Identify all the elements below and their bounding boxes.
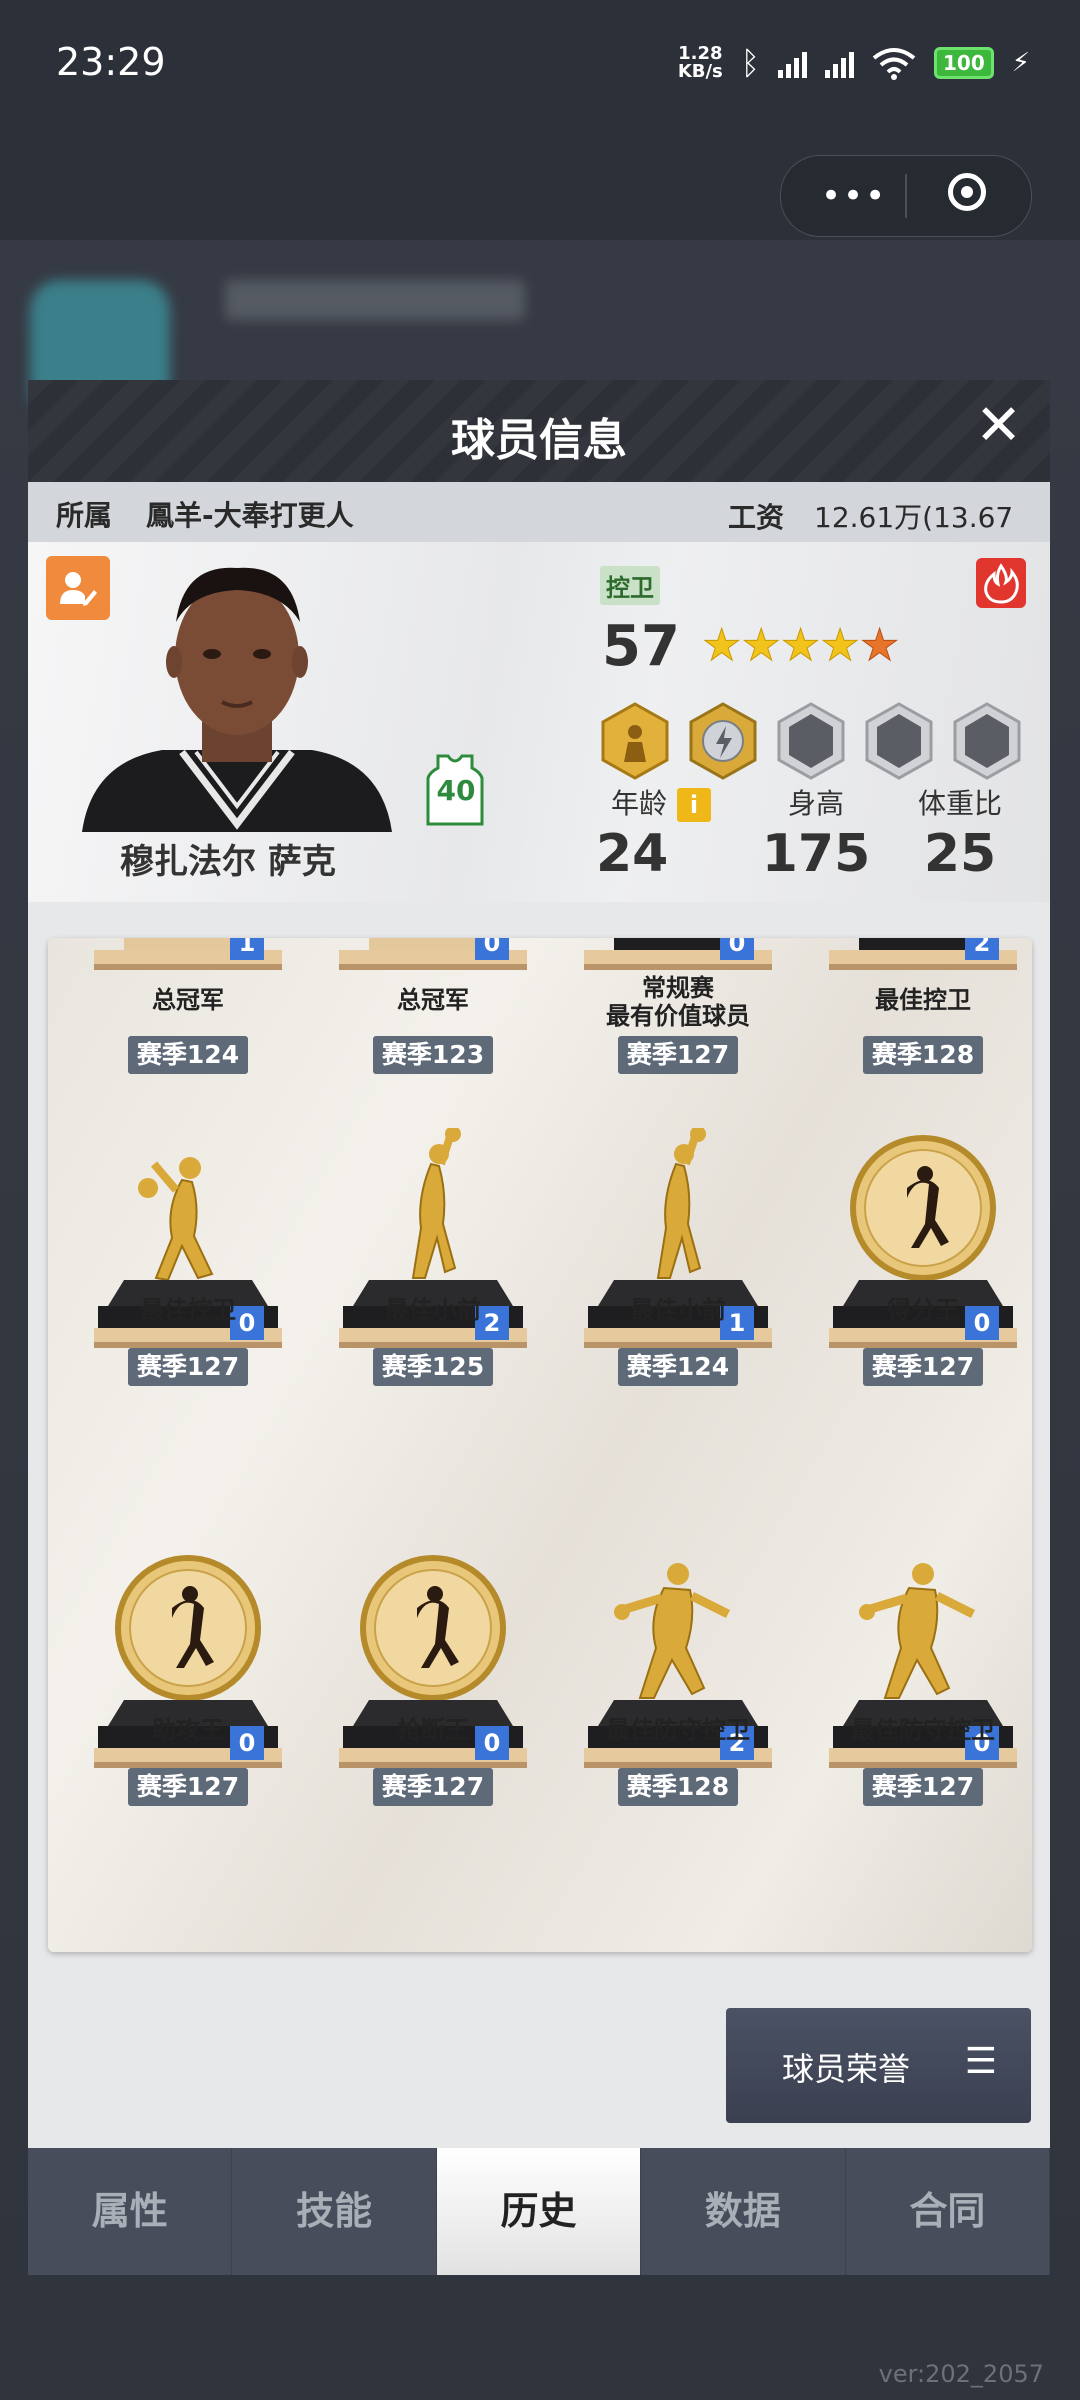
locked-badge-icon[interactable] — [776, 702, 846, 780]
trophy-name: 最佳防守控卫 — [851, 1716, 995, 1744]
wifi-icon — [872, 48, 916, 80]
close-icon[interactable]: ✕ — [975, 396, 1022, 456]
locked-badge-icon[interactable] — [952, 702, 1022, 780]
player-avatar — [82, 567, 392, 832]
bottom-tabs: 属性 技能 历史 数据 合同 — [28, 2148, 1050, 2275]
trophy-name: 助攻王 — [152, 1716, 224, 1744]
info-icon[interactable]: i — [677, 788, 711, 822]
capsule-divider — [905, 174, 907, 218]
network-speed: 1.28 KB/s — [678, 45, 723, 81]
status-bar: 23:29 1.28 KB/s ᛒ 100 ⚡ — [0, 0, 1080, 130]
weight-stat: 体重比 25 — [900, 782, 1020, 884]
tab-数据[interactable]: 数据 — [641, 2148, 846, 2275]
trophy-wall: 1 总冠军 赛季124 0 总冠军 赛季123 0 常规赛 最有价值球员 赛季127 2 最佳控… — [48, 938, 1032, 1952]
player-name: 穆扎法尔 萨克 — [120, 842, 336, 882]
version-label: ver:202_2057 — [878, 2360, 1044, 2388]
position-badge: 控卫 — [600, 566, 660, 605]
jersey-number: 40 — [436, 774, 476, 807]
tab-历史[interactable]: 历史 — [436, 2148, 642, 2275]
miniprogram-capsule: ••• — [780, 155, 1032, 237]
lightning-badge-icon[interactable] — [688, 702, 758, 780]
salary-label: 工资 — [728, 501, 785, 534]
height-label: 身高 — [787, 787, 844, 820]
star-icon: ★ — [780, 620, 821, 671]
tab-合同[interactable]: 合同 — [846, 2148, 1050, 2275]
team-salary-bar: 所属 鳳羊-大奉打更人 工资 12.61万(13.67万) — [28, 482, 1050, 574]
team-label: 所属 — [56, 499, 113, 532]
star-icon: ★ — [741, 620, 781, 671]
player-summary: 40 穆扎法尔 萨克 控卫 57 ★ ★ ★ ★ ★ 年龄 i 24 身高 17… — [28, 542, 1050, 902]
tab-属性[interactable]: 属性 — [28, 2148, 233, 2275]
star-rating: ★ ★ ★ ★ ★ — [701, 620, 900, 671]
menu-icon: ☰ — [964, 2041, 997, 2082]
star-icon: ★ — [701, 620, 742, 671]
height-value: 175 — [761, 824, 871, 884]
overall-rating: 57 — [602, 614, 680, 679]
close-miniprogram-icon[interactable] — [948, 173, 986, 211]
trophy-name: 最佳防守控卫 — [606, 1716, 750, 1744]
status-icons: 1.28 KB/s ᛒ 100 ⚡ — [678, 44, 1030, 82]
trophy-item[interactable]: 0 最佳防守控卫 赛季127 — [803, 938, 1032, 1952]
team-name: 鳳羊-大奉打更人 — [146, 499, 354, 532]
skill-badges — [600, 702, 1022, 780]
trophy-item[interactable]: 2 最佳防守控卫 赛季128 — [558, 938, 798, 1952]
trophy-season: 赛季127 — [128, 1768, 248, 1806]
star-icon: ★ — [820, 620, 860, 671]
dialog-header: 球员信息 ✕ — [28, 380, 1050, 482]
trophy-item[interactable]: 0 抢断王 赛季127 — [313, 938, 553, 1952]
age-stat: 年龄 i 24 — [596, 782, 726, 884]
status-time: 23:29 — [56, 40, 166, 84]
battery-icon: 100 — [933, 47, 994, 79]
more-icon[interactable]: ••• — [821, 176, 887, 216]
signal-icon-2 — [824, 48, 854, 78]
network-speed-unit: KB/s — [677, 61, 723, 82]
player-honors-button[interactable]: 球员荣誉 ☰ — [726, 2008, 1031, 2123]
trophy-season: 赛季127 — [373, 1768, 493, 1806]
charging-icon: ⚡ — [1011, 48, 1030, 78]
trophy-season: 赛季127 — [863, 1768, 983, 1806]
half-star-icon: ★ — [859, 620, 900, 671]
player-honors-label: 球员荣誉 — [782, 2050, 911, 2088]
gold-player-badge-icon[interactable] — [600, 702, 670, 780]
background-title — [225, 280, 525, 320]
player-info-dialog: 球员信息 ✕ 所属 鳳羊-大奉打更人 工资 12.61万(13.67万) 40 — [28, 380, 1050, 2275]
weight-value: 25 — [923, 824, 997, 884]
dialog-title: 球员信息 — [451, 415, 627, 466]
locked-badge-icon[interactable] — [864, 702, 934, 780]
height-stat: 身高 175 — [746, 782, 886, 884]
fire-icon[interactable] — [976, 558, 1026, 608]
age-label: 年龄 — [610, 787, 667, 820]
weight-label: 体重比 — [917, 787, 1002, 820]
trophy-name: 抢断王 — [397, 1716, 469, 1744]
trophy-item[interactable]: 0 助攻王 赛季127 — [68, 938, 308, 1952]
age-value: 24 — [596, 824, 669, 884]
bluetooth-icon: ᛒ — [740, 44, 760, 82]
tab-技能[interactable]: 技能 — [232, 2148, 437, 2275]
signal-icon — [777, 48, 807, 78]
trophy-season: 赛季128 — [618, 1768, 738, 1806]
